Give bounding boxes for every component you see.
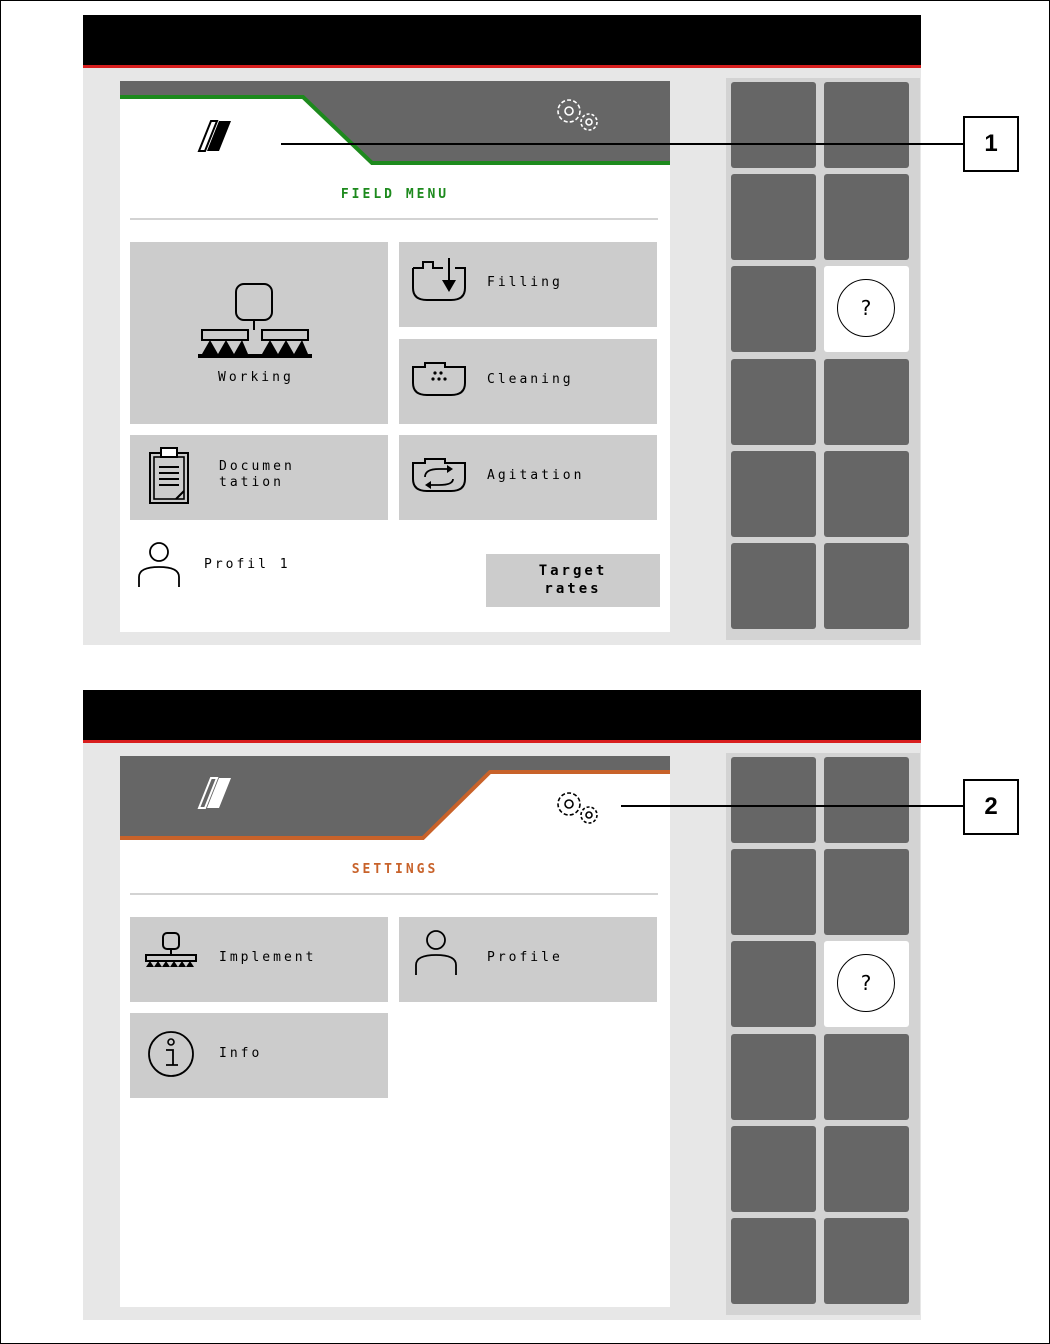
working-button[interactable]: Working (130, 242, 388, 424)
callout-2: 2 (963, 779, 1019, 835)
tab-bar (120, 81, 670, 165)
clipboard-icon (149, 447, 189, 504)
softkey-5[interactable] (731, 266, 816, 352)
page-title: FIELD MENU (340, 187, 450, 202)
softkey-11[interactable] (731, 1218, 816, 1304)
softkey-2[interactable] (824, 757, 909, 843)
info-label: Info (219, 1046, 263, 1061)
callout-1: 1 (963, 116, 1019, 172)
softkey-5[interactable] (731, 941, 816, 1027)
title-divider (130, 218, 658, 220)
top-bar (83, 690, 921, 743)
softkey-1[interactable] (731, 757, 816, 843)
target-rates-button[interactable]: Target rates (486, 554, 660, 607)
softkey-4[interactable] (824, 849, 909, 935)
sprayer-icon (198, 283, 312, 358)
gears-icon (557, 99, 598, 131)
softkey-10[interactable] (824, 451, 909, 537)
softkey-7[interactable] (731, 1034, 816, 1120)
softkey-4[interactable] (824, 174, 909, 260)
person-icon (138, 542, 180, 587)
agitation-button[interactable]: Agitation (399, 435, 657, 520)
callout-1-line (281, 143, 964, 145)
info-icon (148, 1031, 194, 1077)
softkey-11[interactable] (731, 543, 816, 629)
implement-label: Implement (219, 950, 317, 965)
gears-icon (557, 792, 598, 824)
field-icon (197, 777, 231, 809)
profile-label: Profil 1 (204, 557, 291, 572)
field-menu-screen: FIELD MENU Working Filling Cleaning Docu… (83, 15, 921, 645)
softkey-10[interactable] (824, 1126, 909, 1212)
sprayer-icon (145, 932, 197, 967)
softkey-7[interactable] (731, 359, 816, 445)
person-icon (415, 930, 457, 975)
filling-label: Filling (487, 275, 563, 290)
tab-bar (120, 756, 670, 840)
help-button[interactable]: ? (824, 941, 909, 1027)
softkey-2[interactable] (824, 82, 909, 168)
title-divider (130, 893, 658, 895)
agitation-icon (412, 458, 466, 492)
softkey-3[interactable] (731, 849, 816, 935)
softkey-3[interactable] (731, 174, 816, 260)
field-icon (197, 120, 231, 152)
info-button[interactable]: Info (130, 1013, 388, 1098)
screen-body: SETTINGS Implement Profile Info ? (83, 743, 921, 1320)
filling-button[interactable]: Filling (399, 242, 657, 327)
cleaning-button[interactable]: Cleaning (399, 339, 657, 424)
filling-icon (412, 258, 466, 301)
settings-screen: SETTINGS Implement Profile Info ? (83, 690, 921, 1320)
profile-button[interactable]: Profile (399, 917, 657, 1002)
documentation-label: Documen tation (219, 459, 295, 490)
softkey-8[interactable] (824, 359, 909, 445)
agitation-label: Agitation (487, 468, 585, 483)
main-panel: SETTINGS Implement Profile Info (120, 756, 670, 1307)
working-label: Working (218, 370, 294, 385)
softkey-12[interactable] (824, 543, 909, 629)
softkey-9[interactable] (731, 1126, 816, 1212)
help-icon: ? (837, 279, 895, 337)
softkey-9[interactable] (731, 451, 816, 537)
documentation-button[interactable]: Documen tation (130, 435, 388, 520)
softkey-bar: ? (726, 753, 920, 1315)
softkey-12[interactable] (824, 1218, 909, 1304)
softkey-8[interactable] (824, 1034, 909, 1120)
softkey-bar: ? (726, 78, 920, 640)
screen-body: FIELD MENU Working Filling Cleaning Docu… (83, 68, 921, 645)
cleaning-icon (412, 362, 466, 396)
profile-label: Profile (487, 950, 563, 965)
implement-button[interactable]: Implement (130, 917, 388, 1002)
callout-2-line (621, 805, 964, 807)
help-icon: ? (837, 954, 895, 1012)
main-panel: FIELD MENU Working Filling Cleaning Docu… (120, 81, 670, 632)
softkey-1[interactable] (731, 82, 816, 168)
page-title: SETTINGS (351, 862, 439, 877)
top-bar (83, 15, 921, 68)
cleaning-label: Cleaning (487, 372, 574, 387)
help-button[interactable]: ? (824, 266, 909, 352)
